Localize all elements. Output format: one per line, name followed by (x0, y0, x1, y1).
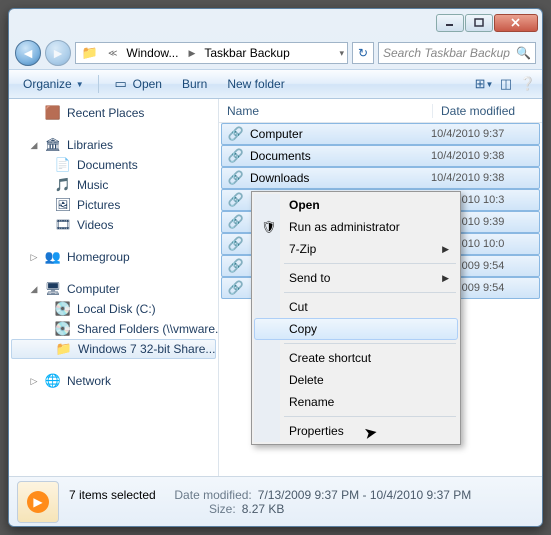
file-date: 10/4/2010 9:38 (431, 172, 539, 184)
new-folder-button[interactable]: New folder (219, 74, 292, 94)
disk-icon: 💽 (55, 301, 71, 317)
chevron-right-icon: ▶ (442, 273, 449, 284)
chevron-right-icon: ▶ (185, 48, 198, 59)
chevron-right-icon: ▶ (442, 244, 449, 255)
file-row[interactable]: 🔗 Documents10/4/2010 9:38 (221, 145, 540, 167)
libraries-icon: 🏛 (45, 137, 61, 153)
shortcut-icon: 🔗 (228, 280, 244, 296)
search-input[interactable]: Search Taskbar Backup 🔍 (378, 42, 536, 64)
back-button[interactable]: ◄ (15, 40, 41, 66)
shortcut-icon: 🔗 (228, 258, 244, 274)
statusbar: ▶ 7 items selected Date modified: 7/13/2… (9, 476, 542, 526)
netdrive-icon: 💽 (55, 321, 71, 337)
recent-icon: 🟫 (45, 105, 61, 121)
ctx-shortcut[interactable]: Create shortcut (254, 347, 458, 369)
column-headers: Name Date modified (219, 99, 542, 123)
titlebar (9, 9, 542, 37)
file-date: 10/4/2010 9:38 (431, 150, 539, 162)
navbar: ◄ ► 📁 ≪ Window... ▶ Taskbar Backup ▾ ↻ S… (9, 37, 542, 69)
breadcrumb-seg[interactable]: Window... (120, 43, 185, 63)
ctx-run-admin[interactable]: 🛡Run as administrator (254, 216, 458, 238)
preview-pane-button[interactable]: ◫ (498, 76, 514, 92)
shortcut-icon: 🔗 (228, 236, 244, 252)
maximize-button[interactable] (465, 14, 493, 32)
status-size: 8.27 KB (242, 502, 285, 516)
col-name[interactable]: Name (219, 104, 432, 118)
sidebar-item-libraries[interactable]: ◢🏛Libraries (9, 135, 218, 155)
chevron-right-icon: ≪ (105, 48, 120, 59)
ctx-rename[interactable]: Rename (254, 391, 458, 413)
ctx-sendto[interactable]: Send to▶ (254, 267, 458, 289)
context-menu: Open 🛡Run as administrator 7-Zip▶ Send t… (251, 191, 461, 445)
open-icon: ▭ (113, 76, 129, 92)
file-name: Documents (250, 149, 431, 163)
folder-icon: 📁 (82, 45, 98, 61)
network-icon: 🌐 (45, 373, 61, 389)
selection-icon: ▶ (17, 481, 59, 523)
help-button[interactable]: ❔ (520, 76, 536, 92)
nav-pane: 🟫Recent Places ◢🏛Libraries 📄Documents 🎵M… (9, 99, 219, 476)
forward-button[interactable]: ► (45, 40, 71, 66)
shortcut-icon: 🔗 (228, 126, 244, 142)
sidebar-item-localdisk[interactable]: 💽Local Disk (C:) (9, 299, 218, 319)
minimize-button[interactable] (436, 14, 464, 32)
sidebar-item-network[interactable]: ▷🌐Network (9, 371, 218, 391)
sidebar-item-shared[interactable]: 💽Shared Folders (\\vmware... (9, 319, 218, 339)
search-placeholder: Search Taskbar Backup (383, 46, 510, 60)
ctx-delete[interactable]: Delete (254, 369, 458, 391)
homegroup-icon: 👥 (45, 249, 61, 265)
toolbar: Organize▼ ▭Open Burn New folder ⊞ ▼ ◫ ❔ (9, 69, 542, 99)
pictures-icon: 🖼 (55, 197, 71, 213)
ctx-copy[interactable]: Copy (254, 318, 458, 340)
sidebar-item-computer[interactable]: ◢🖥Computer (9, 279, 218, 299)
sidebar-item-music[interactable]: 🎵Music (9, 175, 218, 195)
close-button[interactable] (494, 14, 538, 32)
chevron-down-icon[interactable]: ▾ (336, 48, 347, 59)
organize-button[interactable]: Organize▼ (15, 74, 92, 94)
breadcrumb[interactable]: 📁 ≪ Window... ▶ Taskbar Backup ▾ (75, 42, 348, 64)
breadcrumb-seg[interactable]: Taskbar Backup (198, 43, 296, 63)
shortcut-icon: 🔗 (228, 192, 244, 208)
search-icon: 🔍 (516, 46, 531, 60)
col-date[interactable]: Date modified (432, 104, 542, 118)
sidebar-item-homegroup[interactable]: ▷👥Homegroup (9, 247, 218, 267)
file-row[interactable]: 🔗 Downloads10/4/2010 9:38 (221, 167, 540, 189)
sidebar-item-recent[interactable]: 🟫Recent Places (9, 103, 218, 123)
status-selected: 7 items selected (69, 488, 156, 502)
folder-icon: 📁 (56, 341, 72, 357)
shortcut-icon: 🔗 (228, 170, 244, 186)
ctx-open[interactable]: Open (254, 194, 458, 216)
videos-icon: 🎞 (55, 217, 71, 233)
computer-icon: 🖥 (45, 281, 61, 297)
sidebar-item-pictures[interactable]: 🖼Pictures (9, 195, 218, 215)
shortcut-icon: 🔗 (228, 214, 244, 230)
ctx-7zip[interactable]: 7-Zip▶ (254, 238, 458, 260)
file-name: Computer (250, 127, 431, 141)
file-row[interactable]: 🔗 Computer10/4/2010 9:37 (221, 123, 540, 145)
sidebar-item-videos[interactable]: 🎞Videos (9, 215, 218, 235)
open-button[interactable]: ▭Open (105, 73, 170, 95)
ctx-cut[interactable]: Cut (254, 296, 458, 318)
sidebar-item-win732[interactable]: 📁Windows 7 32-bit Share... (11, 339, 216, 359)
file-name: Downloads (250, 171, 431, 185)
status-modified: 7/13/2009 9:37 PM - 10/4/2010 9:37 PM (258, 488, 471, 502)
documents-icon: 📄 (55, 157, 71, 173)
burn-button[interactable]: Burn (174, 74, 215, 94)
explorer-window: ◄ ► 📁 ≪ Window... ▶ Taskbar Backup ▾ ↻ S… (8, 8, 543, 527)
file-date: 10/4/2010 9:37 (431, 128, 539, 140)
view-button[interactable]: ⊞ ▼ (476, 76, 492, 92)
refresh-button[interactable]: ↻ (352, 42, 374, 64)
shield-icon: 🛡 (261, 219, 277, 235)
ctx-properties[interactable]: Properties (254, 420, 458, 442)
file-list-pane: Name Date modified 🔗Computer10/4/2010 9:… (219, 99, 542, 476)
sidebar-item-documents[interactable]: 📄Documents (9, 155, 218, 175)
music-icon: 🎵 (55, 177, 71, 193)
shortcut-icon: 🔗 (228, 148, 244, 164)
